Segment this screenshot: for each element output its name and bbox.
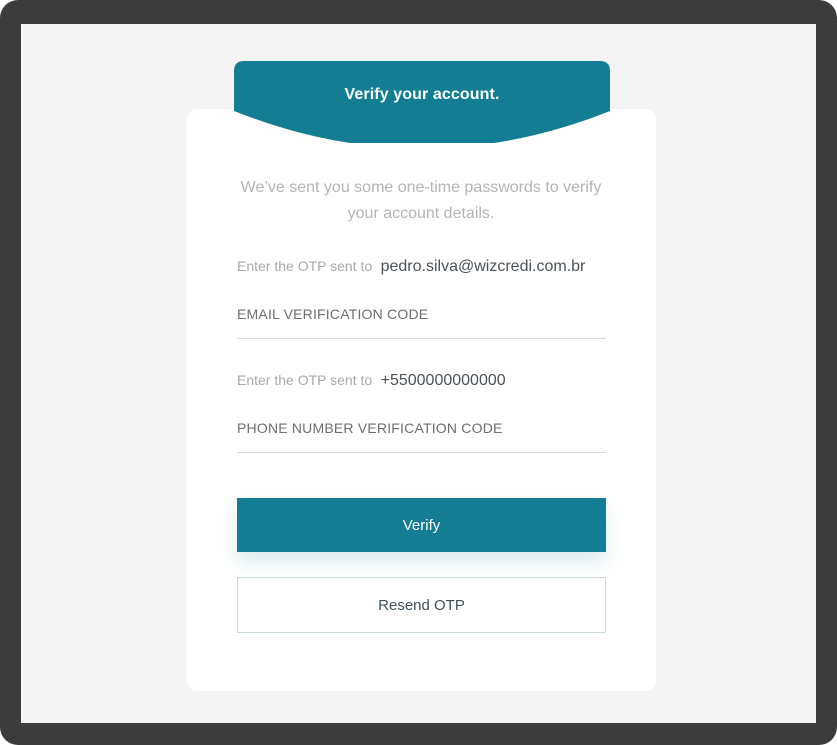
page-viewport: Verify your account. We’ve sent you some…: [21, 24, 816, 723]
email-address: pedro.silva@wizcredi.com.br: [380, 258, 586, 275]
phone-otp-prefix: Enter the OTP sent to: [237, 372, 373, 388]
phone-verification-field[interactable]: PHONE NUMBER VERIFICATION CODE: [237, 410, 610, 454]
header-banner: Verify your account.: [234, 61, 610, 143]
verify-button[interactable]: Verify: [237, 498, 606, 552]
email-verification-field[interactable]: EMAIL VERIFICATION CODE: [237, 296, 610, 340]
email-otp-prefix: Enter the OTP sent to: [237, 258, 373, 274]
window-frame: Verify your account. We’ve sent you some…: [0, 0, 837, 745]
email-otp-line: Enter the OTP sent to pedro.silva@wizcre…: [237, 258, 585, 276]
phone-otp-line: Enter the OTP sent to +5500000000000: [237, 372, 506, 390]
phone-verification-input[interactable]: [237, 410, 610, 454]
intro-text: We’ve sent you some one-time passwords t…: [240, 179, 602, 222]
resend-otp-button[interactable]: Resend OTP: [237, 577, 606, 633]
email-verification-input[interactable]: [237, 296, 610, 340]
page-title: Verify your account.: [344, 86, 500, 103]
phone-number: +5500000000000: [380, 372, 506, 389]
